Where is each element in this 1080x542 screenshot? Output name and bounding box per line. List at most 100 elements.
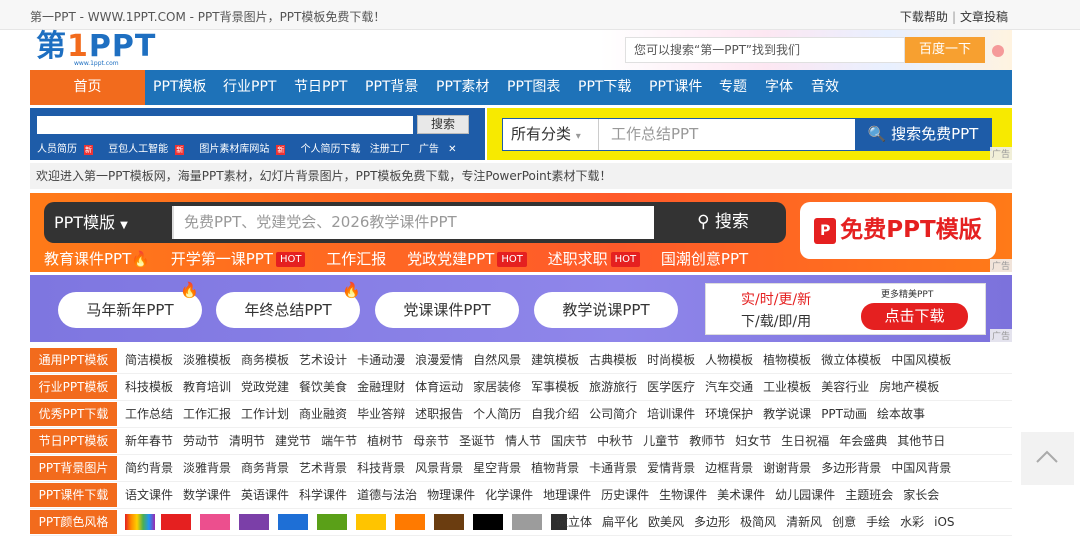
category-link[interactable]: 公司简介 [589, 407, 637, 421]
category-link[interactable]: 母亲节 [413, 434, 449, 448]
category-link[interactable]: 中秋节 [597, 434, 633, 448]
category-link[interactable]: 教师节 [689, 434, 725, 448]
color-swatch[interactable] [200, 514, 230, 530]
color-swatch[interactable] [434, 514, 464, 530]
category-label[interactable]: 优秀PPT下载 [30, 402, 117, 426]
category-link[interactable]: 植物背景 [531, 461, 579, 475]
category-link[interactable]: 历史课件 [601, 488, 649, 502]
topic-pill[interactable]: 党课课件PPT [375, 292, 519, 328]
category-link[interactable]: 体育运动 [415, 380, 463, 394]
category-link[interactable]: 教学说课 [763, 407, 811, 421]
nav-item-download[interactable]: PPT下载 [578, 70, 631, 105]
ad-left-search-input[interactable] [37, 116, 413, 134]
category-link[interactable]: 汽车交通 [705, 380, 753, 394]
category-link[interactable]: 谢谢背景 [763, 461, 811, 475]
nav-item-industry[interactable]: 行业PPT [223, 70, 276, 105]
category-link[interactable]: 卡通背景 [589, 461, 637, 475]
category-link[interactable]: 劳动节 [183, 434, 219, 448]
category-link[interactable]: 餐饮美食 [299, 380, 347, 394]
category-label[interactable]: PPT颜色风格 [30, 510, 117, 534]
style-link[interactable]: iOS [934, 515, 954, 529]
category-link[interactable]: 培训课件 [647, 407, 695, 421]
category-link[interactable]: 其他节日 [897, 434, 945, 448]
banner-tag[interactable]: 开学第一课PPT HOT [171, 250, 306, 268]
category-link[interactable]: 商务模板 [241, 353, 289, 367]
category-link[interactable]: 建党节 [275, 434, 311, 448]
ad-link[interactable]: 注册工厂 [370, 144, 410, 155]
search-free-ppt-button[interactable]: 🔍 搜索免费PPT [855, 119, 991, 150]
category-link[interactable]: 微立体模板 [821, 353, 881, 367]
style-link[interactable]: 极简风 [740, 515, 776, 529]
color-swatch[interactable] [356, 514, 386, 530]
category-link[interactable]: 旅游旅行 [589, 380, 637, 394]
category-link[interactable]: 工作计划 [241, 407, 289, 421]
category-link[interactable]: 自然风景 [473, 353, 521, 367]
category-link[interactable]: 中国风背景 [891, 461, 951, 475]
category-link[interactable]: 英语课件 [241, 488, 289, 502]
baidu-search-button[interactable]: 百度一下 [905, 37, 985, 63]
category-link[interactable]: 多边形背景 [821, 461, 881, 475]
download-ad[interactable]: 实/时/更/新 下/载/即/用 更多精美PPT 点击下载 [705, 283, 986, 335]
category-link[interactable]: 情人节 [505, 434, 541, 448]
category-link[interactable]: 生日祝福 [781, 434, 829, 448]
category-link[interactable]: 淡雅模板 [183, 353, 231, 367]
category-label[interactable]: PPT课件下载 [30, 483, 117, 507]
category-link[interactable]: 物理课件 [427, 488, 475, 502]
category-link[interactable]: 自我介绍 [531, 407, 579, 421]
category-link[interactable]: 端午节 [321, 434, 357, 448]
ad-link[interactable]: 人员简历新 [37, 144, 99, 155]
category-link[interactable]: 国庆节 [551, 434, 587, 448]
category-link[interactable]: 工作总结 [125, 407, 173, 421]
category-link[interactable]: 教育培训 [183, 380, 231, 394]
topic-pill[interactable]: 教学说课PPT [534, 292, 678, 328]
category-link[interactable]: 简约背景 [125, 461, 173, 475]
color-swatch[interactable] [473, 514, 503, 530]
category-link[interactable]: 述职报告 [415, 407, 463, 421]
color-swatch[interactable] [278, 514, 308, 530]
nav-item-background[interactable]: PPT背景 [365, 70, 418, 105]
style-link[interactable]: 多边形 [694, 515, 730, 529]
category-link[interactable]: 清明节 [229, 434, 265, 448]
banner-tag[interactable]: 党政党建PPT HOT [407, 250, 527, 268]
category-link[interactable]: 古典模板 [589, 353, 637, 367]
category-link[interactable]: PPT动画 [821, 407, 867, 421]
category-link[interactable]: 科技背景 [357, 461, 405, 475]
category-link[interactable]: 工业模板 [763, 380, 811, 394]
category-link[interactable]: 毕业答辩 [357, 407, 405, 421]
category-link[interactable]: 地理课件 [543, 488, 591, 502]
nav-item-sounds[interactable]: 音效 [811, 70, 839, 105]
style-link[interactable]: 欧美风 [648, 515, 684, 529]
free-ppt-button[interactable]: P 免费PPT模版 [800, 202, 996, 259]
ad-right-search-input[interactable]: 工作总结PPT [611, 119, 698, 150]
category-link[interactable]: 人物模板 [705, 353, 753, 367]
style-link[interactable]: 水彩 [900, 515, 924, 529]
category-link[interactable]: 星空背景 [473, 461, 521, 475]
site-logo[interactable]: 第1PPT www.1ppt.com [36, 30, 186, 70]
category-link[interactable]: 金融理财 [357, 380, 405, 394]
ad-left-search-button[interactable]: 搜索 [417, 115, 469, 134]
banner-tag[interactable]: 教育课件PPT🔥 [44, 250, 150, 268]
category-label[interactable]: PPT背景图片 [30, 456, 117, 480]
category-link[interactable]: 数学课件 [183, 488, 231, 502]
style-link[interactable]: 创意 [832, 515, 856, 529]
scroll-to-top-button[interactable] [1021, 432, 1074, 485]
nav-item-ppt-templates[interactable]: PPT模板 [153, 70, 206, 105]
category-label[interactable]: 通用PPT模板 [30, 348, 117, 372]
category-link[interactable]: 环境保护 [705, 407, 753, 421]
category-link[interactable]: 个人简历 [473, 407, 521, 421]
category-link[interactable]: 绘本故事 [877, 407, 925, 421]
category-link[interactable]: 新年春节 [125, 434, 173, 448]
click-download-button[interactable]: 点击下载 [861, 303, 968, 330]
category-link[interactable]: 党政党建 [241, 380, 289, 394]
nav-item-topics[interactable]: 专题 [719, 70, 747, 105]
category-link[interactable]: 艺术设计 [299, 353, 347, 367]
banner-tag[interactable]: 国潮创意PPT [661, 250, 748, 268]
category-link[interactable]: 简洁模板 [125, 353, 173, 367]
category-link[interactable]: 边框背景 [705, 461, 753, 475]
category-link[interactable]: 科学课件 [299, 488, 347, 502]
ad-link[interactable]: 图片素材库网站新 [199, 144, 291, 155]
category-link[interactable]: 妇女节 [735, 434, 771, 448]
color-swatch[interactable] [239, 514, 269, 530]
category-link[interactable]: 植树节 [367, 434, 403, 448]
category-label[interactable]: 节日PPT模板 [30, 429, 117, 453]
